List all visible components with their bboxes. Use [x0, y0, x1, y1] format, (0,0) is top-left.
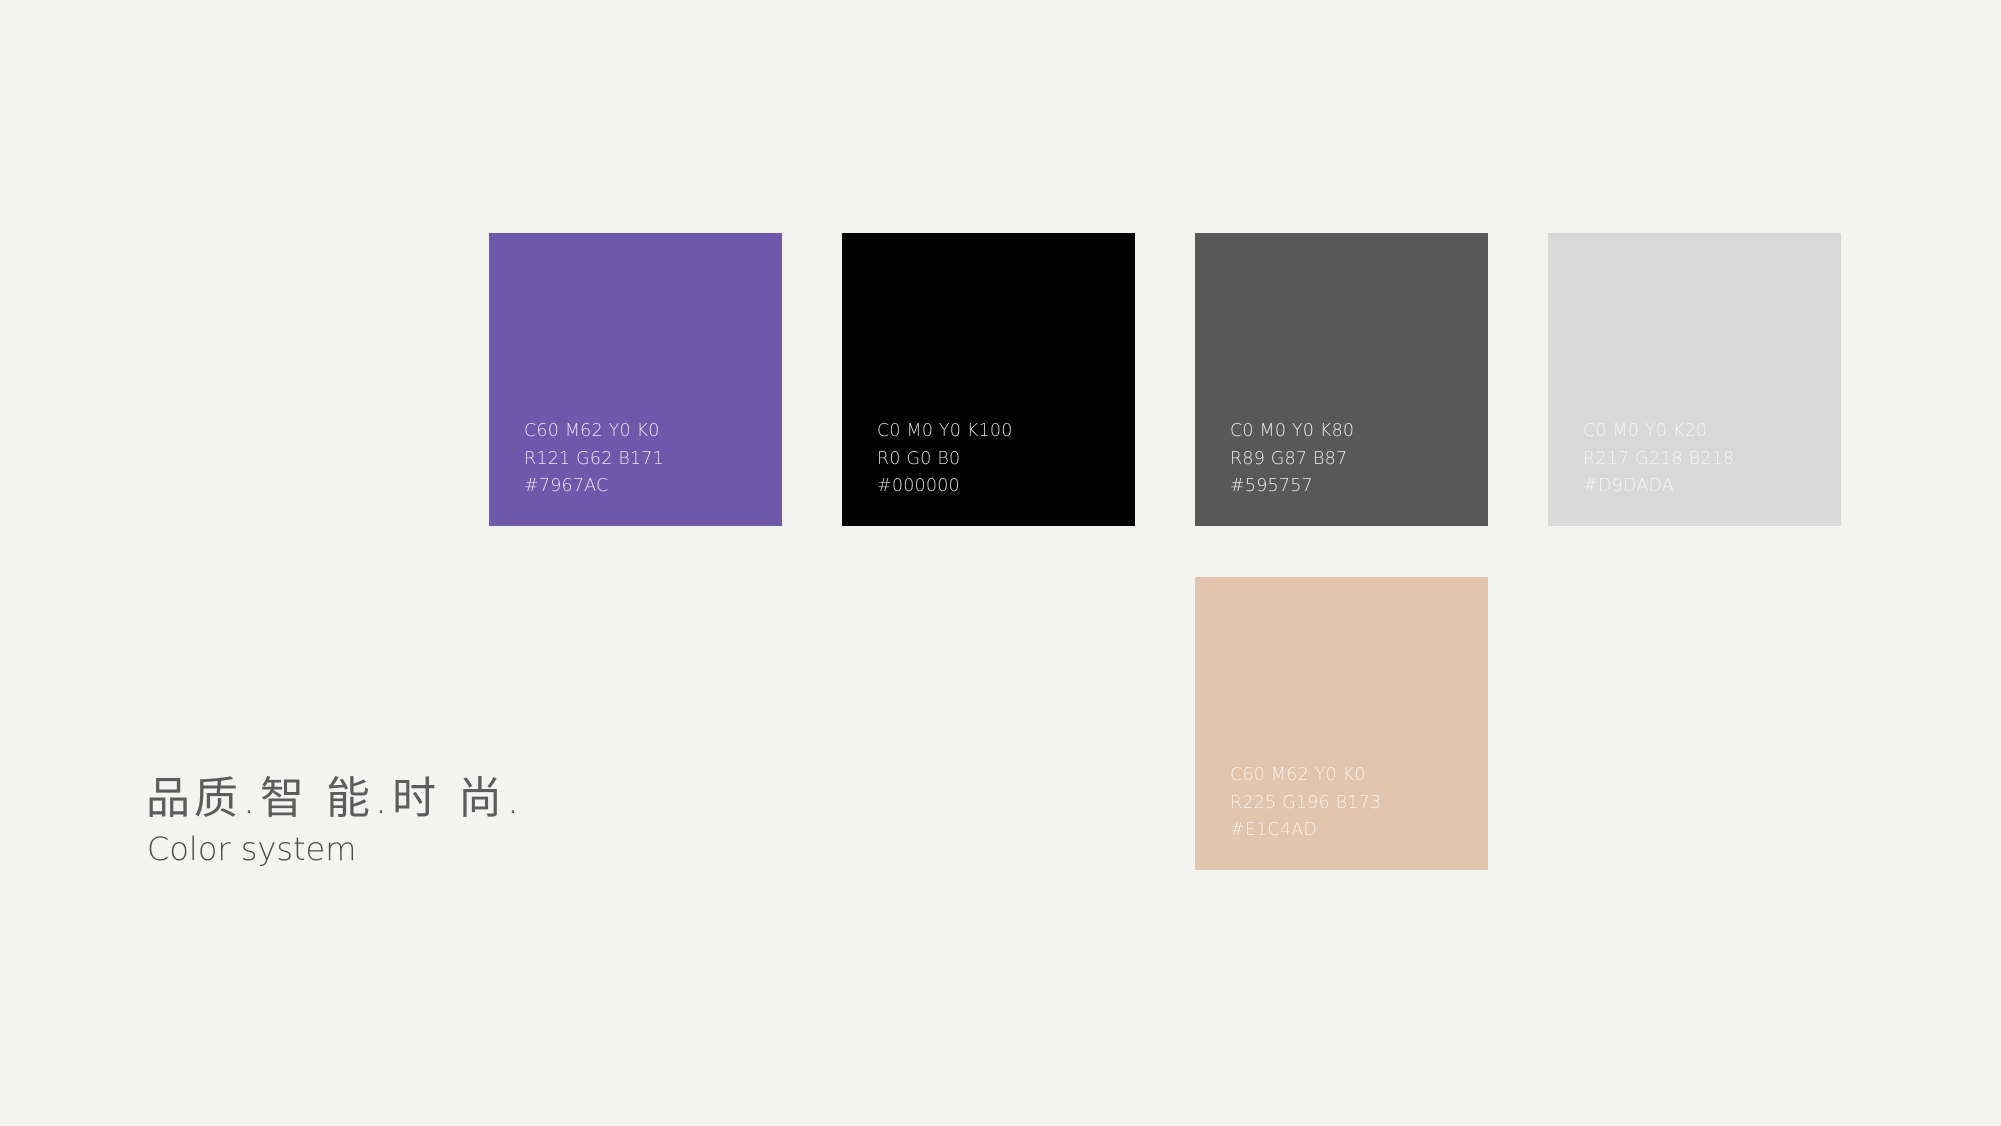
swatch-cmyk: C60 M62 Y0 K0 — [1230, 765, 1366, 785]
swatch-specs: C0 M0 Y0 K100 R0 G0 B0 #000000 — [877, 418, 1013, 501]
swatch-cmyk: C0 M0 Y0 K100 — [877, 421, 1013, 441]
swatch-hex: #595757 — [1230, 476, 1313, 496]
color-swatch-light-gray: C0 M0 Y0 K20 R217 G218 B218 #D9DADA — [1548, 233, 1841, 526]
swatch-cmyk: C0 M0 Y0 K20 — [1583, 421, 1708, 441]
color-swatch-peach: C60 M62 Y0 K0 R225 G196 B173 #E1C4AD — [1195, 577, 1488, 870]
swatch-rgb: R225 G196 B173 — [1230, 792, 1382, 813]
swatch-hex: #E1C4AD — [1230, 820, 1318, 840]
swatch-rgb: R217 G218 B218 — [1583, 448, 1735, 469]
swatch-rgb: R89 G87 B87 — [1230, 448, 1348, 469]
swatch-specs: C0 M0 Y0 K20 R217 G218 B218 #D9DADA — [1583, 418, 1734, 501]
brand-tagline: 品质.智 能.时 尚. — [146, 773, 524, 824]
color-swatch-purple: C60 M62 Y0 K0 R121 G62 B171 #7967AC — [489, 233, 782, 526]
swatch-cmyk: C60 M62 Y0 K0 — [524, 421, 660, 441]
swatch-cmyk: C0 M0 Y0 K80 — [1230, 421, 1355, 441]
swatch-specs: C60 M62 Y0 K0 R225 G196 B173 #E1C4AD — [1230, 762, 1381, 845]
color-swatch-black: C0 M0 Y0 K100 R0 G0 B0 #000000 — [842, 233, 1135, 526]
swatch-specs: C0 M0 Y0 K80 R89 G87 B87 #595757 — [1230, 418, 1354, 501]
swatch-hex: #000000 — [877, 476, 960, 496]
swatch-specs: C60 M62 Y0 K0 R121 G62 B171 #7967AC — [524, 418, 664, 501]
page-title: Color system — [147, 830, 357, 868]
color-swatch-dark-gray: C0 M0 Y0 K80 R89 G87 B87 #595757 — [1195, 233, 1488, 526]
swatch-rgb: R121 G62 B171 — [524, 448, 664, 469]
swatch-hex: #7967AC — [524, 476, 609, 496]
swatch-rgb: R0 G0 B0 — [877, 448, 961, 469]
swatch-hex: #D9DADA — [1583, 476, 1674, 496]
